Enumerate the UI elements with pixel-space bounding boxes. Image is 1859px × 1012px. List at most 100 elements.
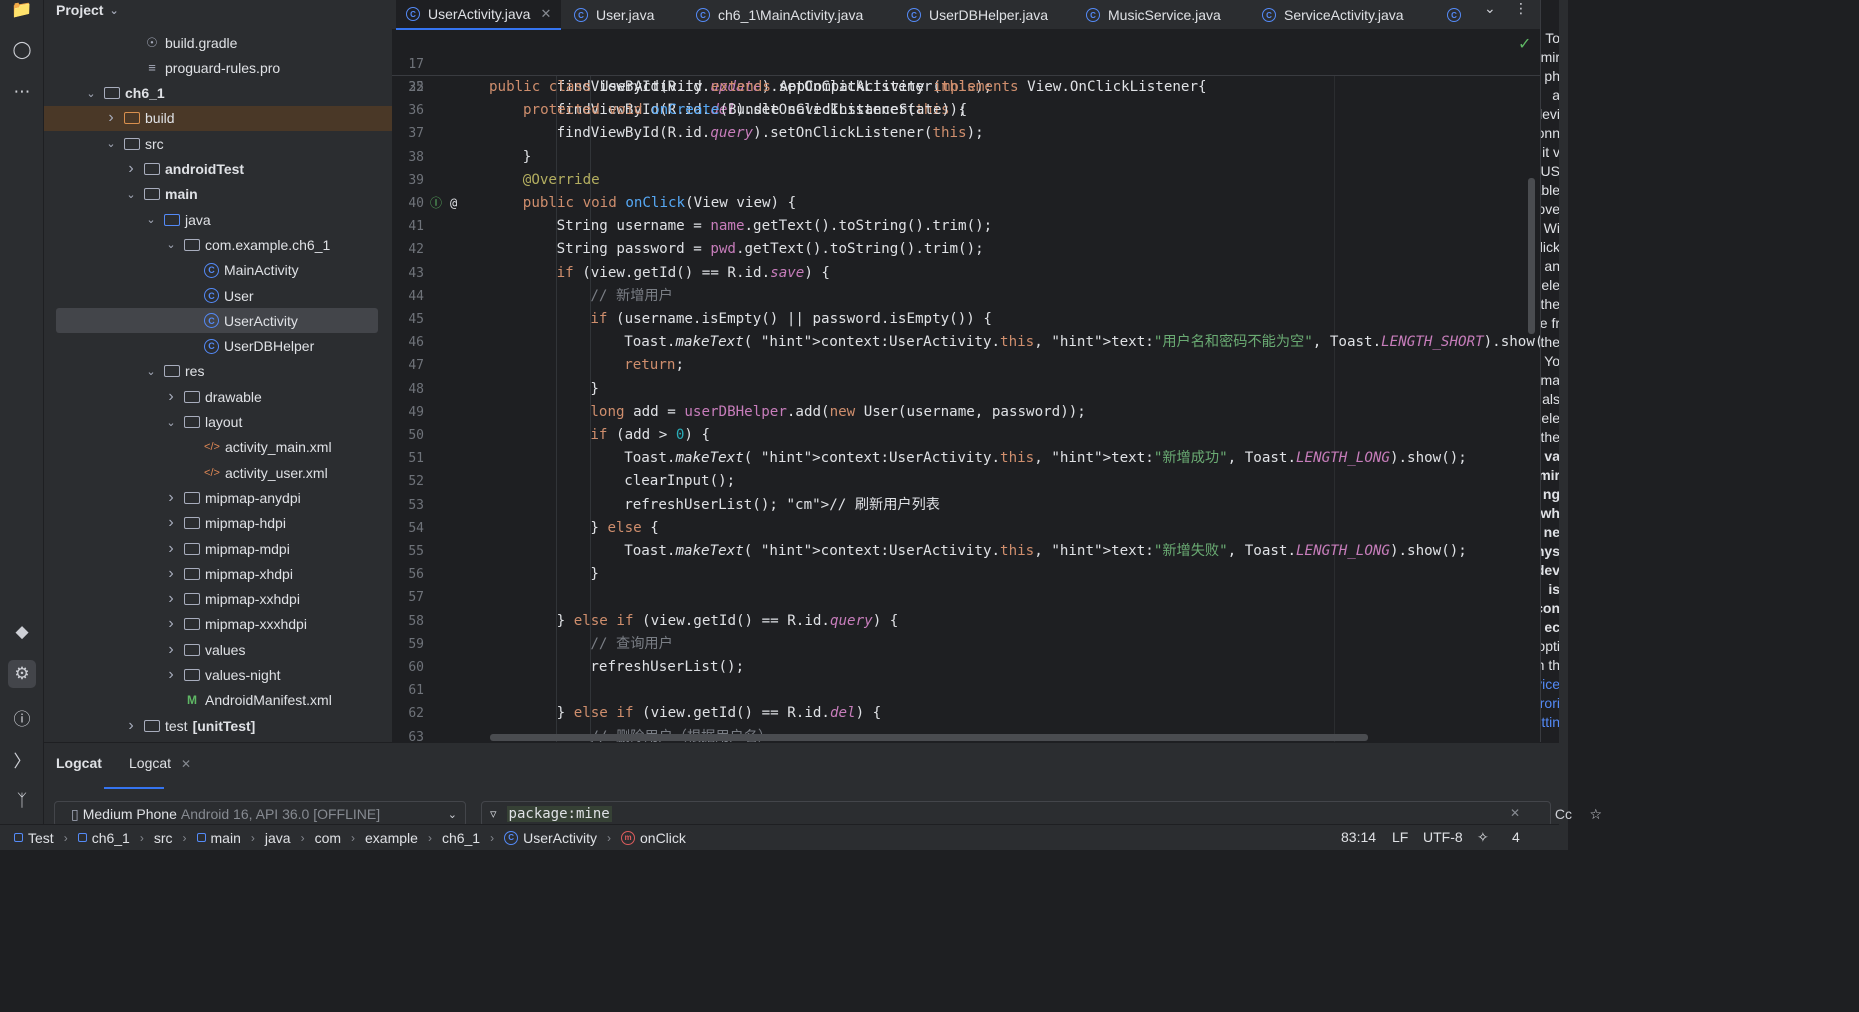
code-line[interactable]: 45 if (username.isEmpty() || password.isE… [392, 308, 1540, 331]
more-icon[interactable]: ⋯ [8, 78, 36, 106]
implements-gutter-icon[interactable]: Ⓘ [430, 192, 442, 215]
code-line[interactable]: 46 Toast.makeText( "hint">context:UserAct… [392, 331, 1540, 354]
breadcrumb-item[interactable]: m onClick [621, 830, 686, 846]
line-separator[interactable]: LF [1392, 829, 1408, 845]
code-line[interactable]: 51 Toast.makeText( "hint">context:UserAct… [392, 447, 1540, 470]
code-line[interactable]: 44 // 新增用户 [392, 285, 1540, 308]
logcat-icon[interactable]: ⚙ [8, 660, 36, 688]
code-line[interactable]: 62} else if (view.getId() == R.id.del) { [392, 702, 1540, 725]
code-line[interactable]: 48} [392, 378, 1540, 401]
code-line[interactable]: 39 @Override [392, 169, 1540, 192]
code-line[interactable]: 61 [392, 679, 1540, 702]
doc-text-line[interactable]: rrori [1541, 695, 1559, 711]
tab-mainactivity[interactable]: Cch6_1\MainActivity.java [686, 0, 873, 30]
code-line[interactable]: 55 Toast.makeText( "hint">context:UserAct… [392, 540, 1540, 563]
terminal-icon[interactable]: 〉 [8, 745, 36, 773]
tab-musicservice[interactable]: C MusicService.java [1076, 0, 1231, 30]
breadcrumb-item[interactable]: C UserActivity [504, 830, 597, 846]
gem-icon[interactable]: ◆ [8, 618, 36, 646]
tree-item-values-night[interactable]: › values-night [44, 663, 392, 688]
tree-item-test[interactable]: › test [unitTest] [44, 713, 392, 738]
chevron-right-icon[interactable]: › [104, 109, 118, 127]
tree-item-main[interactable]: ⌄ main [44, 182, 392, 207]
chevron-right-icon[interactable]: › [164, 666, 178, 684]
breadcrumb-item[interactable]: example [365, 830, 418, 846]
project-panel-header[interactable]: Project ⌄ [56, 0, 119, 20]
tree-item-mainactivity[interactable]: C MainActivity [44, 258, 392, 283]
tree-item-userdbhelper[interactable]: C UserDBHelper [44, 334, 392, 359]
tabs-dropdown-icon[interactable]: ⌄ [1484, 0, 1496, 20]
star-icon[interactable]: ☆ [1589, 806, 1602, 823]
tree-item-mipmap-hdpi[interactable]: › mipmap-hdpi [44, 511, 392, 536]
tree-item-layout[interactable]: ⌄ layout [44, 410, 392, 435]
code-line[interactable]: 43 if (view.getId() == R.id.save) { [392, 262, 1540, 285]
tab-user[interactable]: C User.java [564, 0, 664, 30]
chevron-down-icon[interactable]: ⌄ [84, 87, 98, 100]
chevron-down-icon[interactable]: ⌄ [164, 416, 178, 429]
code-line[interactable]: 50 if (add > 0) { [392, 424, 1540, 447]
breadcrumb-item[interactable]: ch6_1 [442, 830, 480, 846]
code-line[interactable]: 41 String username = name.getText().toStr… [392, 215, 1540, 238]
tree-item-mipmap-mdpi[interactable]: › mipmap-mdpi [44, 536, 392, 561]
override-gutter-icon[interactable]: @ [450, 192, 457, 215]
code-line[interactable]: 56} [392, 563, 1540, 586]
code-editor[interactable]: 35 findViewById(R.id.update).setOnClickLi… [392, 30, 1540, 742]
file-encoding[interactable]: UTF-8 [1423, 829, 1463, 845]
tree-item-drawable[interactable]: › drawable [44, 384, 392, 409]
clear-icon[interactable]: ✕ [1510, 806, 1520, 820]
breadcrumb-item[interactable]: Test [14, 830, 54, 846]
inspection-ok-icon[interactable]: ✓ [1518, 34, 1531, 54]
breadcrumb-item[interactable]: main [196, 830, 241, 846]
breadcrumb-item[interactable]: src [154, 830, 173, 846]
chevron-down-icon[interactable]: ⌄ [164, 238, 178, 251]
doc-text-line[interactable]: evice [1541, 676, 1559, 692]
code-line[interactable]: 42 String password = pwd.getText().toStri… [392, 238, 1540, 261]
git-branch-icon[interactable]: ᛉ [8, 787, 36, 815]
tree-item-src[interactable]: ⌄ src [44, 131, 392, 156]
code-line[interactable]: 59 // 查询用户 [392, 633, 1540, 656]
tree-item-build[interactable]: › build [44, 105, 392, 131]
chevron-right-icon[interactable]: › [164, 489, 178, 507]
code-line[interactable]: 52 clearInput(); [392, 470, 1540, 493]
code-line[interactable]: 38} [392, 146, 1540, 169]
chevron-right-icon[interactable]: › [164, 641, 178, 659]
tab-useractivity[interactable]: C UserActivity.java ✕ [396, 0, 562, 30]
breadcrumb-item[interactable]: ch6_1 [77, 830, 130, 846]
code-line[interactable]: 54} else { [392, 517, 1540, 540]
problems-icon[interactable]: ⓘ [8, 703, 36, 731]
doc-text-line[interactable]: ettin [1541, 714, 1559, 730]
code-line[interactable]: 57 [392, 586, 1540, 609]
close-icon[interactable]: ✕ [540, 6, 551, 22]
chevron-down-icon[interactable]: ⌄ [144, 213, 158, 226]
chevron-right-icon[interactable]: › [164, 540, 178, 558]
tree-item-user[interactable]: C User [44, 283, 392, 308]
breadcrumb-item[interactable]: java [265, 830, 291, 846]
match-case-toggle[interactable]: Cc [1555, 806, 1572, 822]
code-line[interactable]: 40 Ⓘ @ public void onClick(View view) { [392, 192, 1540, 215]
tree-item-androidmanifest-xml[interactable]: M AndroidManifest.xml [44, 688, 392, 713]
tree-item-res[interactable]: ⌄ res [44, 359, 392, 384]
code-line[interactable]: 60 refreshUserList(); [392, 656, 1540, 679]
chevron-right-icon[interactable]: › [124, 160, 138, 178]
close-icon[interactable]: ✕ [181, 757, 191, 771]
code-line[interactable]: 37 findViewById(R.id.query).setOnClickLis… [392, 122, 1540, 145]
chevron-down-icon[interactable]: ⌄ [144, 365, 158, 378]
chevron-down-icon[interactable]: ⌄ [124, 188, 138, 201]
tree-item-mipmap-xhdpi[interactable]: › mipmap-xhdpi [44, 561, 392, 586]
tree-item-activity-user-xml[interactable]: </> activity_user.xml [44, 460, 392, 485]
chevron-right-icon[interactable]: › [164, 514, 178, 532]
tab-userdbhelper[interactable]: C UserDBHelper.java [897, 0, 1058, 30]
tab-more-class[interactable]: C [1437, 0, 1479, 30]
tree-item-java[interactable]: ⌄ java [44, 207, 392, 232]
structure-icon[interactable]: ◯ [8, 36, 36, 64]
code-line[interactable]: 58} else if (view.getId() == R.id.query)… [392, 610, 1540, 633]
tree-item-ch6-1[interactable]: ⌄ ch6_1 [44, 81, 392, 106]
tree-item-mipmap-anydpi[interactable]: › mipmap-anydpi [44, 485, 392, 510]
chevron-right-icon[interactable]: › [164, 590, 178, 608]
tabs-menu-icon[interactable]: ⋮ [1514, 0, 1528, 20]
breadcrumb-item[interactable]: com [315, 830, 341, 846]
tree-item-androidtest[interactable]: › androidTest [44, 157, 392, 182]
notifications-icon[interactable]: ✧ [1477, 829, 1489, 846]
tree-item-mipmap-xxhdpi[interactable]: › mipmap-xxhdpi [44, 587, 392, 612]
chevron-right-icon[interactable]: › [164, 615, 178, 633]
